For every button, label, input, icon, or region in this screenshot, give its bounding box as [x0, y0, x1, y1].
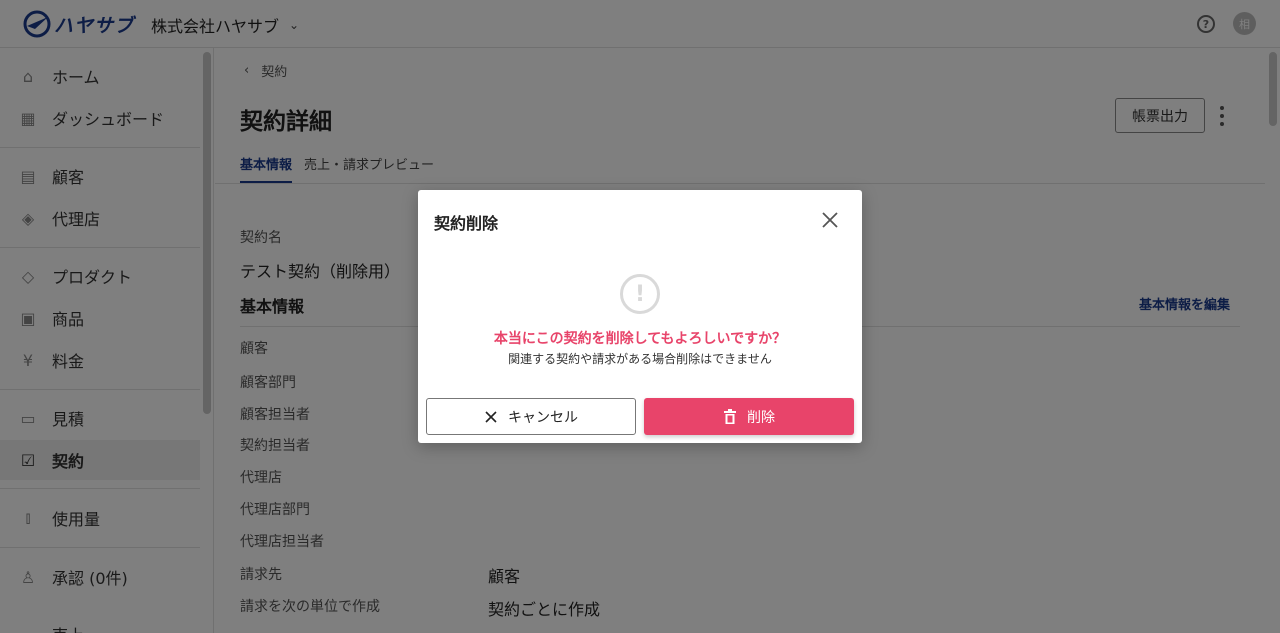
warning-icon: !: [620, 274, 660, 314]
trash-icon: [724, 408, 736, 424]
close-icon[interactable]: [820, 210, 840, 230]
confirm-message: 本当にこの契約を削除してもよろしいですか？: [493, 331, 787, 347]
delete-contract-dialog: 契約削除 ! 本当にこの契約を削除してもよろしいですか？ 関連する契約や請求があ…: [418, 190, 862, 443]
delete-label: 削除: [747, 408, 775, 425]
cancel-button[interactable]: キャンセル: [426, 398, 636, 435]
confirm-sub-message: 関連する契約や請求がある場合削除はできません: [508, 352, 772, 366]
delete-button[interactable]: 削除: [644, 398, 854, 435]
dialog-title: 契約削除: [434, 214, 499, 233]
cancel-label: キャンセル: [508, 408, 578, 425]
close-icon: [485, 410, 497, 423]
